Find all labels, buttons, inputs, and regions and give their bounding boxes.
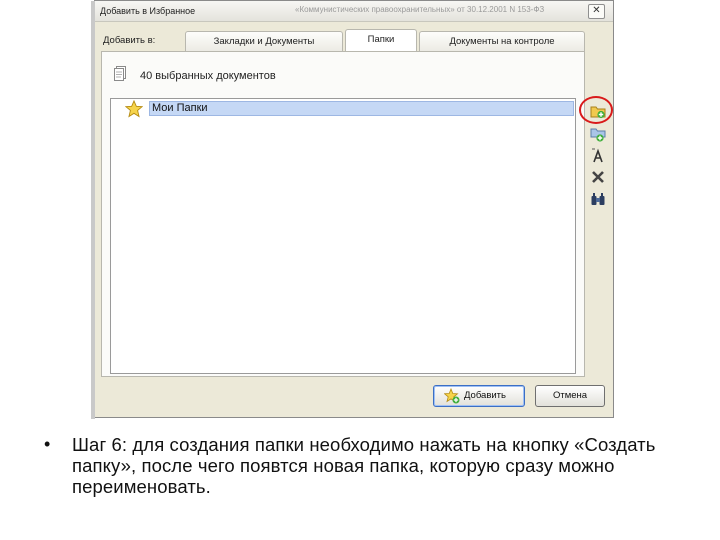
rename-icon[interactable] <box>590 147 606 163</box>
document-icon <box>114 66 126 81</box>
folder-tree[interactable]: Мои Папки <box>110 98 576 374</box>
tab-bookmarks[interactable]: Закладки и Документы <box>185 31 343 51</box>
tree-item-my-folders[interactable]: Мои Папки <box>111 99 575 119</box>
tree-item-label[interactable]: Мои Папки <box>149 101 574 116</box>
add-button-label: Добавить <box>464 390 506 401</box>
highlight-circle <box>579 96 613 124</box>
dialog-title-ghost: «Коммунистических правоохранительных» от… <box>295 5 545 14</box>
add-to-favorites-dialog: Добавить в Избранное «Коммунистических п… <box>91 0 614 419</box>
window-shadow <box>91 1 95 419</box>
tab-bar: Добавить в: Закладки и Документы Папки Д… <box>101 29 585 51</box>
caption-text: Шаг 6: для создания папки необходимо наж… <box>72 434 656 497</box>
find-icon[interactable] <box>590 191 606 207</box>
title-bar[interactable]: Добавить в Избранное «Коммунистических п… <box>95 1 613 22</box>
close-button[interactable]: ✕ <box>588 4 605 19</box>
dialog-title: Добавить в Избранное <box>100 6 196 16</box>
add-star-icon <box>444 388 460 404</box>
cancel-button[interactable]: Отмена <box>535 385 605 407</box>
selected-docs-count: 40 выбранных документов <box>140 70 276 82</box>
folders-panel: 40 выбранных документов Мои Папки <box>101 51 585 377</box>
star-icon <box>125 100 143 118</box>
delete-icon[interactable] <box>590 169 606 185</box>
close-icon: ✕ <box>592 5 601 16</box>
add-folder-icon[interactable] <box>590 126 606 142</box>
tab-controlled-docs[interactable]: Документы на контроле <box>419 31 585 51</box>
tabs-label: Добавить в: <box>103 35 156 46</box>
bullet-marker: • <box>44 434 51 454</box>
add-button[interactable]: Добавить <box>433 385 525 407</box>
tab-folders[interactable]: Папки <box>345 29 417 51</box>
